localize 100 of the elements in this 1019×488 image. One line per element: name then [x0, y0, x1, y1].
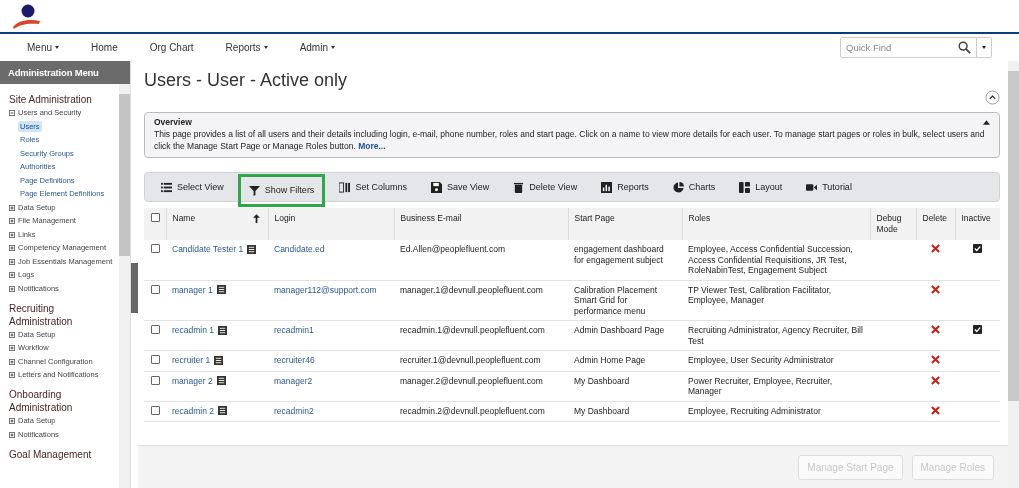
- details-icon[interactable]: [247, 244, 257, 254]
- expand-icon[interactable]: [9, 358, 15, 365]
- pie-chart-icon[interactable]: [672, 181, 684, 193]
- scrollbar[interactable]: [119, 84, 130, 488]
- bar-chart-icon[interactable]: [601, 181, 613, 193]
- quick-find-field[interactable]: Quick Find: [840, 37, 977, 58]
- nav-link[interactable]: Menu: [27, 42, 59, 53]
- checked-checkbox-icon[interactable]: [973, 244, 982, 253]
- expand-icon[interactable]: [9, 218, 15, 224]
- sidebar-section-title: Goal Management: [9, 447, 93, 461]
- toolbar-button[interactable]: Set Columns: [329, 172, 417, 202]
- expand-icon[interactable]: [9, 285, 15, 292]
- sidebar-collapse-handle[interactable]: [131, 263, 138, 313]
- expand-icon[interactable]: [9, 231, 15, 238]
- login-link[interactable]: recruiter46: [274, 355, 315, 365]
- expand-icon[interactable]: [9, 272, 15, 278]
- user-name-link[interactable]: recadmin 1: [172, 325, 215, 336]
- sort-arrow-icon[interactable]: [252, 214, 260, 223]
- login-link[interactable]: Candidate.ed: [274, 244, 325, 254]
- start-page-text: Calibration Placement Smart Grid for performance menu: [574, 284, 658, 316]
- row-checkbox[interactable]: [151, 375, 160, 385]
- logo-icon: [11, 3, 41, 29]
- nav-link[interactable]: Org Chart: [149, 42, 194, 53]
- nav-link[interactable]: Reports: [225, 42, 268, 53]
- row-checkbox[interactable]: [151, 284, 160, 294]
- column-header[interactable]: Delete: [916, 208, 955, 240]
- toolbar-button[interactable]: Layout: [729, 172, 793, 202]
- email-text: recadmin.1@devnull.peoplefluent.com: [400, 325, 545, 335]
- save-icon[interactable]: [430, 181, 442, 193]
- columns-icon[interactable]: [339, 181, 351, 193]
- column-header[interactable]: Roles: [682, 208, 870, 240]
- row-checkbox[interactable]: [151, 244, 160, 253]
- toolbar-button[interactable]: Select View: [151, 172, 234, 202]
- details-icon[interactable]: [214, 355, 224, 365]
- column-header[interactable]: Debug Mode: [870, 208, 916, 240]
- nav-link[interactable]: Admin: [299, 42, 335, 53]
- row-checkbox[interactable]: [151, 355, 160, 364]
- scrollbar[interactable]: [1008, 61, 1019, 488]
- overview-title: Overview: [154, 117, 192, 127]
- search-icon[interactable]: [958, 41, 971, 54]
- delete-icon[interactable]: [931, 405, 940, 415]
- login-link[interactable]: recadmin2: [274, 405, 314, 416]
- trash-icon[interactable]: [513, 181, 525, 193]
- delete-icon[interactable]: [931, 375, 940, 385]
- user-name-link[interactable]: manager 2: [172, 375, 213, 386]
- column-header[interactable]: Start Page: [568, 208, 682, 240]
- column-header[interactable]: Login: [268, 208, 394, 240]
- details-icon[interactable]: [216, 376, 226, 386]
- user-name-link[interactable]: recadmin 2: [172, 405, 215, 416]
- toolbar-button[interactable]: Charts: [662, 172, 726, 202]
- delete-icon[interactable]: [931, 284, 940, 294]
- toolbar-button[interactable]: Tutorial: [796, 172, 862, 202]
- login-link[interactable]: manager2: [274, 375, 313, 386]
- column-header[interactable]: Inactive: [955, 208, 1000, 240]
- details-icon[interactable]: [216, 285, 226, 295]
- expand-icon[interactable]: [9, 204, 15, 211]
- collapse-icon[interactable]: [9, 110, 15, 116]
- user-name-link[interactable]: manager 1: [172, 284, 213, 295]
- sidebar-title: Administration Menu: [0, 61, 130, 84]
- column-header[interactable]: Business E-mail: [394, 208, 568, 240]
- expand-icon[interactable]: [9, 258, 15, 265]
- dropdown-toggle[interactable]: [977, 37, 992, 58]
- user-name-link[interactable]: recruiter 1: [172, 355, 211, 366]
- login-link[interactable]: recadmin1: [274, 325, 314, 335]
- email-text: recruiter.1@devnull.peoplefluent.com: [400, 355, 541, 365]
- start-page-text: engagement dashboard for engagement subject: [574, 244, 664, 265]
- expand-icon[interactable]: [9, 331, 15, 338]
- caret-icon[interactable]: [983, 119, 990, 125]
- expand-icon[interactable]: [9, 372, 15, 378]
- toolbar-button[interactable]: Save View: [420, 172, 500, 202]
- details-icon[interactable]: [218, 325, 228, 335]
- video-camera-icon[interactable]: [806, 181, 818, 193]
- delete-icon[interactable]: [931, 355, 940, 364]
- row-checkbox[interactable]: [151, 405, 160, 415]
- login-link[interactable]: manager112@support.com: [274, 284, 377, 295]
- nav-link[interactable]: Home: [91, 42, 118, 53]
- select-all-checkbox[interactable]: [151, 213, 160, 222]
- sidebar-section-title: Site Administration: [9, 93, 93, 106]
- start-page-text: My Dashboard: [574, 375, 630, 386]
- roles-text: Recruiting Administrator, Agency Recruiter, Bill Test: [688, 325, 863, 346]
- details-icon[interactable]: [218, 406, 228, 416]
- filter-icon[interactable]: [248, 184, 260, 196]
- expand-icon[interactable]: [9, 431, 15, 438]
- column-header[interactable]: Name: [166, 208, 268, 240]
- expand-icon[interactable]: [9, 418, 15, 424]
- page-title: Users - User - Active only: [144, 70, 348, 91]
- checked-checkbox-icon[interactable]: [973, 325, 982, 334]
- list-icon[interactable]: [161, 181, 172, 193]
- user-name-link[interactable]: Candidate Tester 1: [172, 244, 244, 255]
- toolbar-button[interactable]: Reports: [591, 172, 659, 202]
- layout-icon[interactable]: [739, 181, 751, 193]
- delete-icon[interactable]: [931, 244, 940, 253]
- toolbar-button[interactable]: Delete View: [503, 172, 588, 202]
- toolbar-button[interactable]: Show Filters: [237, 173, 326, 207]
- expand-icon[interactable]: [9, 245, 15, 251]
- expand-icon[interactable]: [9, 345, 15, 351]
- row-checkbox[interactable]: [151, 325, 160, 334]
- delete-icon[interactable]: [931, 325, 940, 334]
- more-link[interactable]: More...: [358, 141, 386, 151]
- collapse-icon[interactable]: [985, 90, 1000, 105]
